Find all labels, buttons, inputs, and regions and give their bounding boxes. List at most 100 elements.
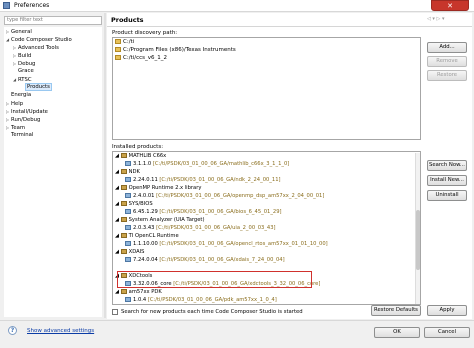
package-icon <box>120 217 127 222</box>
cancel-button[interactable]: Cancel <box>424 327 470 338</box>
close-window-button[interactable]: ✕ <box>431 0 469 11</box>
tree-item-label: Help <box>11 101 24 107</box>
search-now-button[interactable]: Search Now... <box>427 160 467 171</box>
version-row[interactable]: 2.4.0.01 [C:/ti/PSDK/03_01_00_06_GA/open… <box>125 193 324 200</box>
search-on-start-label: Search for new products each time Code C… <box>121 309 303 315</box>
installed-products-tree[interactable]: ◢ MATHLIB C66x 3.1.1.0 [C:/ti/PSDK/03_01… <box>112 151 421 305</box>
tree-item-run-debug[interactable]: ▷ Run/Debug <box>6 116 40 123</box>
version-path: [C:/ti/PSDK/03_01_00_06_GA/pdk_am57xx_1_… <box>147 297 277 303</box>
tree-item-label: Code Composer Studio <box>11 37 72 43</box>
package-icon <box>120 169 127 174</box>
path-text: C:/Program Files (x86)/Texas Instruments <box>123 47 236 53</box>
tree-item-rtsc[interactable]: ◢ RTSC <box>13 76 32 83</box>
panel-splitter[interactable] <box>104 13 106 318</box>
product-row[interactable]: ◢ TI OpenCL Runtime <box>115 233 179 240</box>
version-name: 6.45.1.29 <box>133 209 158 215</box>
tree-item-advanced-tools[interactable]: ▷ Advanced Tools <box>13 44 59 51</box>
version-icon <box>125 193 131 198</box>
tree-item-debug[interactable]: ▷ Debug <box>13 60 35 67</box>
highlight-annotation <box>117 271 312 288</box>
filter-input[interactable]: type filter text <box>4 16 102 25</box>
tree-item-grace[interactable]: Grace <box>13 68 34 75</box>
tree-item-label: Team <box>11 125 25 131</box>
product-row[interactable]: ◢ NDK <box>115 169 140 176</box>
tree-item-label: Grace <box>18 68 34 74</box>
version-icon <box>125 177 131 182</box>
divider <box>0 320 474 321</box>
version-path: [C:/ti/PSDK/03_01_00_06_GA/xdais_7_24_00… <box>159 257 285 263</box>
list-item[interactable]: C:/ti/ccs_v6_1_2 <box>115 55 167 62</box>
list-item[interactable]: C:/ti <box>115 39 134 46</box>
version-path: [C:/ti/PSDK/03_01_00_06_GA/bios_6_45_01_… <box>159 209 282 215</box>
search-on-start-checkbox[interactable] <box>112 309 118 315</box>
preferences-tree: ▷ General ◢ Code Composer Studio ▷ Advanced… <box>4 27 102 317</box>
title-bar: Preferences ✕ <box>0 0 474 12</box>
product-row[interactable]: ◢ System Analyzer (UIA Target) <box>115 217 204 224</box>
version-name: 1.0.4 <box>133 297 147 303</box>
list-item[interactable]: C:/Program Files (x86)/Texas Instruments <box>115 47 236 54</box>
apply-button[interactable]: Apply <box>427 305 467 316</box>
page-title: Products <box>111 16 144 24</box>
product-name: System Analyzer (UIA Target) <box>128 217 205 223</box>
version-icon <box>125 241 131 246</box>
product-row[interactable]: ◢ OpenMP Runtime 2.x library <box>115 185 201 192</box>
package-icon <box>120 233 127 238</box>
remove-button[interactable]: Remove <box>427 56 467 67</box>
history-nav-icons[interactable]: ◁ ▾ ▷ ▾ <box>427 16 444 22</box>
add-button[interactable]: Add... <box>427 42 467 53</box>
discovery-path-list[interactable]: C:/ti C:/Program Files (x86)/Texas Instr… <box>112 37 421 140</box>
product-row[interactable]: ◢ XDAIS <box>115 249 144 256</box>
product-name: TI OpenCL Runtime <box>128 233 179 239</box>
tree-item-products[interactable]: Products <box>20 83 52 91</box>
product-row[interactable]: ◢ am57xx PDK <box>115 289 162 296</box>
product-name: XDAIS <box>128 249 145 255</box>
tree-item-label: Install/Update <box>11 109 48 115</box>
tree-item-team[interactable]: ▷ Team <box>6 124 25 131</box>
product-name: OpenMP Runtime 2.x library <box>128 185 202 191</box>
tree-item-label: Debug <box>18 61 36 67</box>
install-new-button[interactable]: Install New... <box>427 175 467 186</box>
version-path: [C:/ti/PSDK/03_01_00_06_GA/mathlib_c66x_… <box>152 161 290 167</box>
product-name: NDK <box>128 169 140 175</box>
help-icon[interactable]: ? <box>8 326 17 335</box>
ok-button[interactable]: OK <box>374 327 420 338</box>
package-icon <box>120 185 127 190</box>
tree-item-label: Products <box>25 83 52 91</box>
restore-button[interactable]: Restore <box>427 70 467 81</box>
version-name: 2.24.0.11 <box>133 177 158 183</box>
restore-defaults-button[interactable]: Restore Defaults <box>371 305 421 316</box>
version-icon <box>125 161 131 166</box>
tree-item-general[interactable]: ▷ General <box>6 28 32 35</box>
package-icon <box>120 249 127 254</box>
tree-item-label: Build <box>18 53 32 59</box>
version-row[interactable]: 6.45.1.29 [C:/ti/PSDK/03_01_00_06_GA/bio… <box>125 209 282 216</box>
window-title: Preferences <box>14 2 50 9</box>
tree-item-build[interactable]: ▷ Build <box>13 52 31 59</box>
version-row[interactable]: 1.0.4 [C:/ti/PSDK/03_01_00_06_GA/pdk_am5… <box>125 297 277 304</box>
tree-item-label: Terminal <box>11 132 34 138</box>
product-row[interactable]: ◢ MATHLIB C66x <box>115 153 166 160</box>
version-icon <box>125 225 131 230</box>
version-row[interactable]: 2.24.0.11 [C:/ti/PSDK/03_01_00_06_GA/ndk… <box>125 177 281 184</box>
tree-item-code-composer-studio[interactable]: ◢ Code Composer Studio <box>6 36 72 43</box>
path-text: C:/ti <box>123 39 135 45</box>
version-row[interactable]: 3.1.1.0 [C:/ti/PSDK/03_01_00_06_GA/mathl… <box>125 161 289 168</box>
tree-item-help[interactable]: ▷ Help <box>6 100 23 107</box>
tree-item-label: Energia <box>11 92 32 98</box>
preferences-app-icon <box>3 2 10 9</box>
installed-products-label: Installed products: <box>112 144 164 150</box>
version-row[interactable]: 1.1.10.00 [C:/ti/PSDK/03_01_00_06_GA/ope… <box>125 241 328 248</box>
discovery-path-label: Product discovery path: <box>112 30 178 36</box>
tree-item-install-update[interactable]: ▷ Install/Update <box>6 108 48 115</box>
tree-item-energia[interactable]: Energia <box>6 92 31 99</box>
uninstall-button[interactable]: Uninstall <box>427 190 467 201</box>
show-advanced-settings-link[interactable]: Show advanced settings <box>27 328 94 334</box>
version-row[interactable]: 2.0.3.43 [C:/ti/PSDK/03_01_00_06_GA/uia_… <box>125 225 276 232</box>
product-row[interactable]: ◢ SYS/BIOS <box>115 201 153 208</box>
tree-item-terminal[interactable]: Terminal <box>6 132 33 139</box>
folder-icon <box>115 39 121 44</box>
version-path: [C:/ti/PSDK/03_01_00_06_GA/ndk_2_24_00_1… <box>159 177 281 183</box>
package-icon <box>120 153 127 158</box>
scrollbar-thumb[interactable] <box>416 210 420 270</box>
version-row[interactable]: 7.24.0.04 [C:/ti/PSDK/03_01_00_06_GA/xda… <box>125 257 285 264</box>
